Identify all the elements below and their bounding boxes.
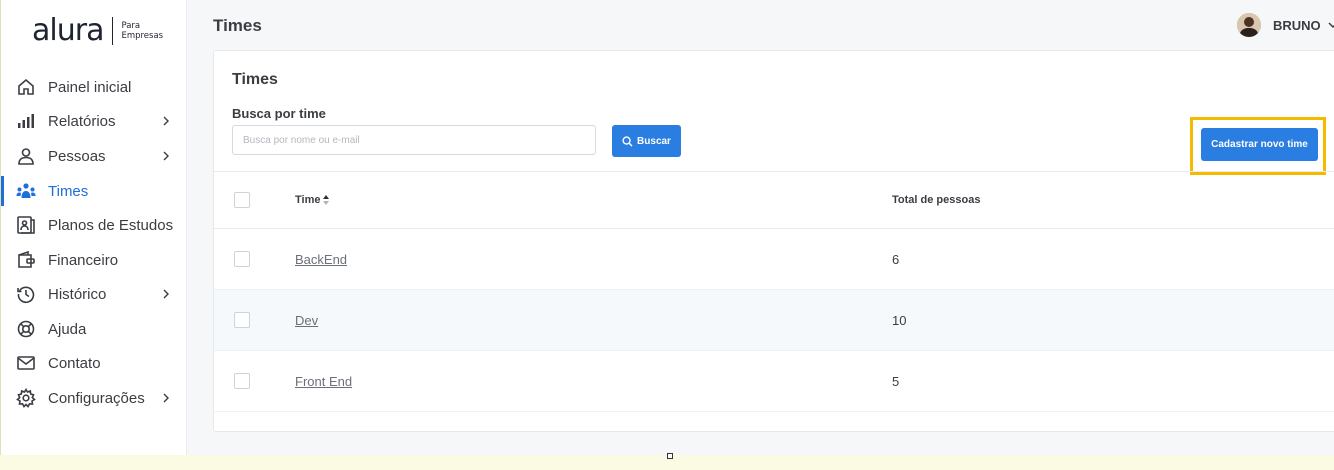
sidebar: alura Para Empresas Painel inicial Relat… xyxy=(1,0,187,455)
study-plan-icon xyxy=(17,216,35,234)
sidebar-item-label: Configurações xyxy=(48,389,145,407)
sidebar-item-configuracoes[interactable]: Configurações xyxy=(1,381,186,415)
person-icon xyxy=(18,148,34,165)
sidebar-item-contato[interactable]: Contato xyxy=(1,346,186,380)
avatar-image-icon xyxy=(1237,13,1261,37)
row-checkbox[interactable] xyxy=(234,373,250,389)
sidebar-item-label: Planos de Estudos xyxy=(48,216,174,234)
column-header-time[interactable]: Time xyxy=(295,194,330,206)
sidebar-item-label: Relatórios xyxy=(48,112,116,130)
team-name-link[interactable]: Front End xyxy=(295,374,352,389)
sidebar-item-pessoas[interactable]: Pessoas xyxy=(1,139,186,173)
logo-subtitle: Para Empresas xyxy=(121,21,163,41)
topbar: Times BRUNO xyxy=(187,0,1334,48)
logo-subtitle-line2: Empresas xyxy=(121,31,164,41)
chevron-right-icon xyxy=(163,289,169,299)
row-checkbox[interactable] xyxy=(234,312,250,328)
sidebar-item-label: Painel inicial xyxy=(48,78,132,96)
app-window: alura Para Empresas Painel inicial Relat… xyxy=(0,0,1334,455)
gear-icon xyxy=(16,388,36,408)
home-icon xyxy=(18,78,34,95)
select-all-checkbox[interactable] xyxy=(234,192,250,208)
chevron-right-icon xyxy=(163,151,169,161)
lifebuoy-icon xyxy=(17,320,35,338)
sidebar-item-ajuda[interactable]: Ajuda xyxy=(1,312,186,346)
alura-logo[interactable]: alura Para Empresas xyxy=(32,14,163,48)
mail-icon xyxy=(17,356,35,370)
search-button-label: Buscar xyxy=(637,135,671,147)
column-header-total: Total de pessoas xyxy=(892,194,981,206)
search-label: Busca por time xyxy=(232,106,326,121)
chevron-right-icon xyxy=(163,116,169,126)
row-checkbox[interactable] xyxy=(234,251,250,267)
sidebar-item-label: Pessoas xyxy=(48,147,106,165)
history-icon xyxy=(17,286,35,304)
table-row: Dev 10 xyxy=(214,290,1334,351)
team-total: 5 xyxy=(892,374,900,389)
page-title: Times xyxy=(213,16,262,35)
logo-wordmark: alura xyxy=(32,13,104,48)
sidebar-item-historico[interactable]: Histórico xyxy=(1,277,186,311)
avatar xyxy=(1237,13,1261,37)
team-total: 10 xyxy=(892,313,907,328)
sidebar-item-label: Financeiro xyxy=(48,251,119,269)
card-title: Times xyxy=(232,71,278,88)
add-team-button[interactable]: Cadastrar novo time xyxy=(1201,128,1318,161)
team-total: 6 xyxy=(892,252,900,267)
logo-divider xyxy=(112,17,114,45)
sidebar-item-label: Ajuda xyxy=(48,320,87,338)
team-name-link[interactable]: BackEnd xyxy=(295,252,347,267)
wallet-icon xyxy=(18,250,35,268)
user-menu[interactable]: BRUNO xyxy=(1237,12,1334,38)
main-content: Times BRUNO Times Busca por time Busca p… xyxy=(187,0,1334,455)
user-name: BRUNO xyxy=(1273,17,1321,33)
team-name-link[interactable]: Dev xyxy=(295,313,318,328)
sidebar-item-financeiro[interactable]: Financeiro xyxy=(1,243,186,277)
column-header-label: Time xyxy=(295,194,321,206)
sidebar-item-painel-inicial[interactable]: Painel inicial xyxy=(1,70,186,104)
bar-chart-icon xyxy=(18,114,34,128)
team-icon xyxy=(16,183,36,198)
sidebar-item-times[interactable]: Times xyxy=(1,174,186,208)
teams-table: Time Total de pessoas BackEnd 6 Dev 10 F… xyxy=(214,171,1334,412)
sidebar-item-planos-de-estudos[interactable]: Planos de Estudos xyxy=(1,208,186,242)
sort-icon xyxy=(323,195,330,205)
search-input[interactable] xyxy=(232,125,596,155)
teams-card: Times Busca por time Buscar Cadastrar no… xyxy=(213,50,1334,432)
search-icon xyxy=(622,135,633,147)
table-header: Time Total de pessoas xyxy=(214,171,1334,229)
resize-handle[interactable] xyxy=(667,453,673,459)
sidebar-item-label: Times xyxy=(48,182,89,200)
sidebar-item-label: Contato xyxy=(48,354,101,372)
table-row: Front End 5 xyxy=(214,351,1334,412)
search-button[interactable]: Buscar xyxy=(612,125,681,157)
sidebar-item-label: Histórico xyxy=(48,285,107,303)
table-row: BackEnd 6 xyxy=(214,229,1334,290)
sidebar-item-relatorios[interactable]: Relatórios xyxy=(1,104,186,138)
chevron-right-icon xyxy=(163,393,169,403)
logo-subtitle-line1: Para xyxy=(121,21,141,31)
chevron-down-icon xyxy=(1328,22,1334,29)
